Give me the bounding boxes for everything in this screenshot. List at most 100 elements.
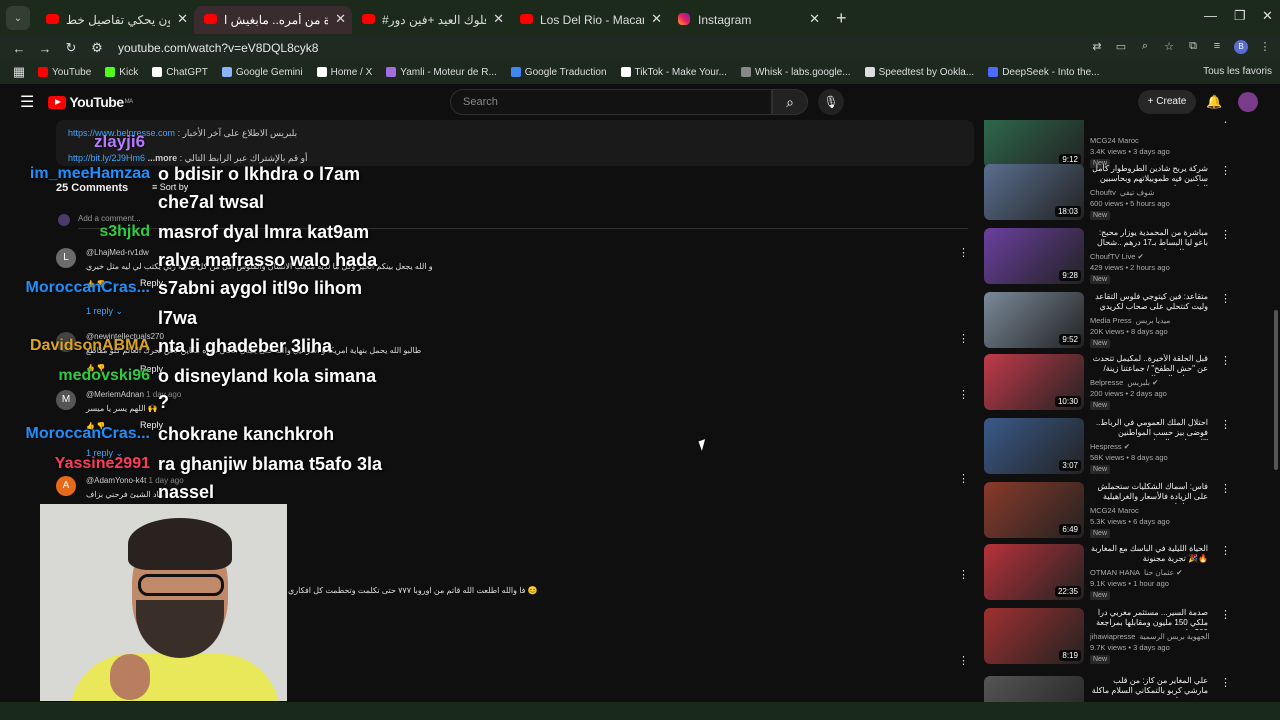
video-channel[interactable]: Belpresse بلبريس ✔ <box>1090 378 1158 387</box>
video-channel[interactable]: Hespress ✔ <box>1090 442 1130 451</box>
video-title[interactable]: صدمة السير... مستثمر مغربي درا ملكي 150 … <box>1090 608 1208 630</box>
create-button[interactable]: + Create <box>1138 90 1196 114</box>
all-bookmarks[interactable]: Tous les favoris <box>1203 66 1272 77</box>
close-window-icon[interactable]: ✕ <box>1262 8 1273 24</box>
video-menu-icon[interactable]: ⋮ <box>1220 164 1231 177</box>
author-handle[interactable]: @MeriemAdnan <box>86 390 144 399</box>
video-description[interactable]: بلبريس الاطلاع على آخر الأخبار : https:/… <box>56 120 974 166</box>
restore-icon[interactable]: ❐ <box>1234 8 1246 24</box>
comment-avatar[interactable]: L <box>56 248 76 268</box>
video-menu-icon[interactable]: ⋮ <box>1220 608 1231 621</box>
video-channel[interactable]: MCG24 Maroc <box>1090 506 1139 515</box>
video-channel[interactable]: jihawiapresse الجهوية بريس الرسمية <box>1090 632 1210 641</box>
close-tab-icon[interactable]: ✕ <box>335 11 346 27</box>
video-thumbnail[interactable]: 22:35 <box>984 544 1084 600</box>
video-menu-icon[interactable]: ⋮ <box>1220 418 1231 431</box>
zoom-icon[interactable]: ⌕ <box>1138 40 1152 54</box>
new-tab-icon[interactable]: + <box>836 8 847 29</box>
video-thumbnail[interactable]: 9:52 <box>984 292 1084 348</box>
related-video[interactable]: 3:07 احتلال الملك العمومي في الرباط.. فوض… <box>984 418 1272 478</box>
bookmark-item[interactable]: Yamli - Moteur de R... <box>386 67 497 78</box>
bookmark-item[interactable]: DeepSeek - Into the... <box>988 67 1099 78</box>
related-video[interactable]: 9:28 مباشرة من المحمدية يوزار محبج: باعو … <box>984 228 1272 288</box>
search-icon[interactable]: ⌕ <box>772 89 808 115</box>
video-channel[interactable]: MCG24 Maroc <box>1090 136 1139 145</box>
bookmark-item[interactable]: ChatGPT <box>152 67 208 78</box>
bookmark-item[interactable]: Google Traduction <box>510 67 607 78</box>
bookmark-star-icon[interactable]: ☆ <box>1162 40 1176 54</box>
account-avatar[interactable] <box>1238 92 1258 112</box>
tab-2[interactable]: #عيد_الفطر فلوك العيد +فين دور ✕ <box>352 6 510 34</box>
video-channel[interactable]: Media Press ميديا بريس <box>1090 316 1170 325</box>
channel-name[interactable]: jihawiapresse <box>1090 632 1135 641</box>
channel-name[interactable]: Chouftv <box>1090 188 1116 197</box>
related-video[interactable]: 8:19 صدمة السير... مستثمر مغربي درا ملكي … <box>984 608 1272 668</box>
video-thumbnail[interactable]: 3:07 <box>984 418 1084 474</box>
video-thumbnail[interactable]: 9:28 <box>984 228 1084 284</box>
add-comment-input[interactable]: Add a comment... <box>78 214 141 223</box>
close-tab-icon[interactable]: ✕ <box>809 11 820 27</box>
channel-name[interactable]: Hespress <box>1090 442 1122 451</box>
tab-0[interactable]: الطاهر سعدون يحكي تفاصيل خط ✕ <box>36 6 194 34</box>
tab-3[interactable]: Los Del Rio - Macarena (Bayside ✕ <box>510 6 668 34</box>
video-menu-icon[interactable]: ⋮ <box>1220 228 1231 241</box>
more-link[interactable]: ...more <box>148 153 178 163</box>
youtube-logo[interactable]: YouTube MA <box>48 94 133 110</box>
tab-4[interactable]: Instagram ✕ <box>668 6 826 34</box>
comment-avatar[interactable]: A <box>56 476 76 496</box>
hamburger-menu-icon[interactable]: ☰ <box>20 92 34 112</box>
video-title[interactable]: مباشرة من المحمدية يوزار محبج: باعو ليا … <box>1090 228 1208 250</box>
video-thumbnail[interactable]: 8:19 <box>984 608 1084 664</box>
tab-search-dropdown-icon[interactable]: ⌄ <box>6 6 30 30</box>
back-icon[interactable]: ← <box>6 41 32 56</box>
tab-1-active[interactable]: شاب في حيرة من أمره.. مابغيش ا ✕ <box>194 6 352 34</box>
translate-icon[interactable]: ⇄ <box>1090 40 1104 54</box>
bookmark-item[interactable]: YouTube <box>38 67 91 78</box>
video-menu-icon[interactable]: ⋮ <box>1220 544 1231 557</box>
channel-name[interactable]: OTMAN HANA <box>1090 568 1140 577</box>
comment-menu-icon[interactable]: ⋮ <box>958 246 969 259</box>
bookmark-item[interactable]: Whisk - labs.google... <box>740 67 851 78</box>
close-tab-icon[interactable]: ✕ <box>651 11 662 27</box>
related-video[interactable]: 18:03 شركة يربح شادين الطروطوار كامل ساكن… <box>984 164 1272 224</box>
video-thumbnail[interactable]: 10:30 <box>984 354 1084 410</box>
video-title[interactable]: الحياة الليلية في الباسك مع المغاربة 🔥🎉 … <box>1090 544 1208 566</box>
search-input[interactable]: Search <box>450 89 772 115</box>
media-icon[interactable]: ≡ <box>1210 40 1224 54</box>
apps-grid-icon[interactable]: ▦ <box>6 64 32 80</box>
related-video[interactable]: 10:30 قبل الحلقة الأخيرة.. لمكيمل تتحدث ع… <box>984 354 1272 414</box>
channel-name[interactable]: MCG24 Maroc <box>1090 136 1139 145</box>
video-title[interactable]: قبل الحلقة الأخيرة.. لمكيمل تتحدث عن "حش… <box>1090 354 1208 376</box>
bookmark-item[interactable]: Home / X <box>316 67 372 78</box>
site-info-icon[interactable]: ⚙ <box>84 40 110 56</box>
video-menu-icon[interactable]: ⋮ <box>1220 120 1231 125</box>
description-link2[interactable]: http://bit.ly/2J9Hm6 <box>68 153 145 163</box>
cast-icon[interactable]: ▭ <box>1114 40 1128 54</box>
minimize-icon[interactable]: — <box>1204 8 1217 23</box>
related-video[interactable]: 6:49 فاس: أسماك الشكليات ستحملش على الزيا… <box>984 482 1272 542</box>
notifications-bell-icon[interactable]: 🔔 <box>1206 94 1222 110</box>
scrollbar[interactable] <box>1274 310 1278 470</box>
extensions-icon[interactable]: ⧉ <box>1186 40 1200 54</box>
menu-icon[interactable]: ⋮ <box>1258 40 1272 54</box>
related-video[interactable]: 22:35 الحياة الليلية في الباسك مع المغارب… <box>984 544 1272 604</box>
comment-menu-icon[interactable]: ⋮ <box>958 332 969 345</box>
profile-avatar[interactable]: B <box>1234 40 1248 54</box>
video-thumbnail[interactable]: 6:49 <box>984 482 1084 538</box>
bookmark-item[interactable]: Speedtest by Ookla... <box>864 67 974 78</box>
video-title[interactable]: شركة يربح شادين الطروطوار كامل ساكنين في… <box>1090 164 1208 186</box>
bookmark-item[interactable]: Kick <box>105 67 138 78</box>
author-handle[interactable]: @AdamYono-k4t <box>86 476 146 485</box>
video-title[interactable]: فاس: أسماك الشكليات ستحملش على الزيادة ف… <box>1090 482 1209 504</box>
url-field[interactable]: youtube.com/watch?v=eV8DQL8cyk8 <box>118 41 318 55</box>
related-video[interactable]: 9:52 متقاعد: فين كيتوجي فلوس التقاعد وليت… <box>984 292 1272 352</box>
close-tab-icon[interactable]: ✕ <box>177 11 188 27</box>
video-title[interactable] <box>1090 120 1208 134</box>
comment-author[interactable]: @LhajMed-rv1dw <box>86 248 149 257</box>
video-menu-icon[interactable]: ⋮ <box>1220 482 1231 495</box>
reload-icon[interactable]: ↻ <box>58 40 84 56</box>
bookmark-item[interactable]: Google Gemini <box>221 67 303 78</box>
comment-menu-icon[interactable]: ⋮ <box>958 472 969 485</box>
video-menu-icon[interactable]: ⋮ <box>1220 676 1231 689</box>
comment-menu-icon[interactable]: ⋮ <box>958 654 969 667</box>
